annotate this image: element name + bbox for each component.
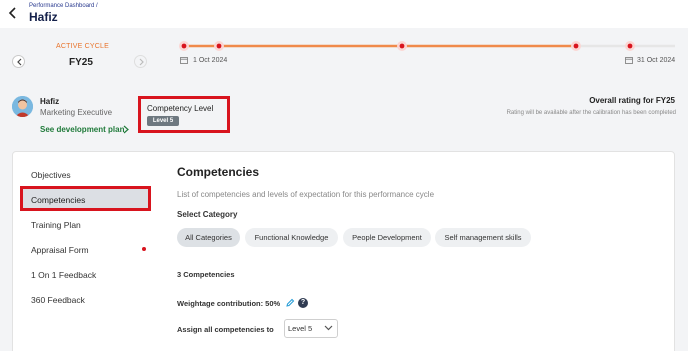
chevron-right-icon [123, 125, 129, 134]
calendar-icon [625, 57, 633, 64]
category-chip-people-development[interactable]: People Development [343, 228, 431, 247]
sidebar-item-1on1-feedback[interactable]: 1 On 1 Feedback [31, 270, 96, 280]
user-role: Marketing Executive [40, 108, 113, 117]
avatar [12, 96, 33, 117]
select-category-label: Select Category [177, 210, 238, 219]
user-avatar-icon [12, 96, 33, 117]
category-chip-self-management[interactable]: Self management skills [435, 228, 531, 247]
category-chip-functional-knowledge[interactable]: Functional Knowledge [245, 228, 338, 247]
timeline-milestone[interactable] [397, 41, 407, 51]
user-name: Hafiz [40, 97, 60, 106]
sidebar-item-competencies[interactable]: Competencies [31, 195, 85, 205]
competency-level-badge: Level 5 [147, 116, 179, 126]
category-chip-all[interactable]: All Categories [177, 228, 240, 247]
help-icon[interactable]: ? [298, 298, 308, 308]
overall-rating-title: Overall rating for FY25 [589, 96, 675, 105]
competency-level-title: Competency Level [147, 104, 214, 113]
competency-level-highlight [138, 96, 230, 133]
calendar-icon [180, 57, 188, 64]
section-title: Competencies [177, 165, 260, 179]
cycle-end-date: 31 Oct 2024 [637, 57, 676, 64]
sidebar-item-appraisal-form[interactable]: Appraisal Form [31, 245, 89, 255]
chevron-down-icon [324, 325, 333, 331]
timeline-milestone[interactable] [179, 41, 189, 51]
cycle-start-date: 1 Oct 2024 [193, 57, 228, 64]
sidebar-item-360-feedback[interactable]: 360 Feedback [31, 295, 85, 305]
assign-level-value: Level 5 [288, 324, 313, 333]
assign-all-label: Assign all competencies to [177, 325, 274, 334]
notification-dot [142, 247, 146, 251]
pencil-icon[interactable] [285, 298, 295, 308]
overall-rating-note: Rating will be available after the calib… [506, 110, 676, 116]
timeline-milestone[interactable] [214, 41, 224, 51]
competency-count: 3 Competencies [177, 270, 235, 279]
timeline-milestone[interactable] [571, 41, 581, 51]
content-card [12, 151, 675, 351]
weightage-contribution: Weightage contribution: 50% [177, 299, 281, 308]
sidebar-item-training-plan[interactable]: Training Plan [31, 220, 81, 230]
development-plan-link[interactable]: See development plan [40, 125, 124, 134]
section-description: List of competencies and levels of expec… [177, 190, 435, 199]
timeline-milestone[interactable] [625, 41, 635, 51]
sidebar-item-objectives[interactable]: Objectives [31, 170, 71, 180]
cycle-timeline [179, 41, 675, 51]
